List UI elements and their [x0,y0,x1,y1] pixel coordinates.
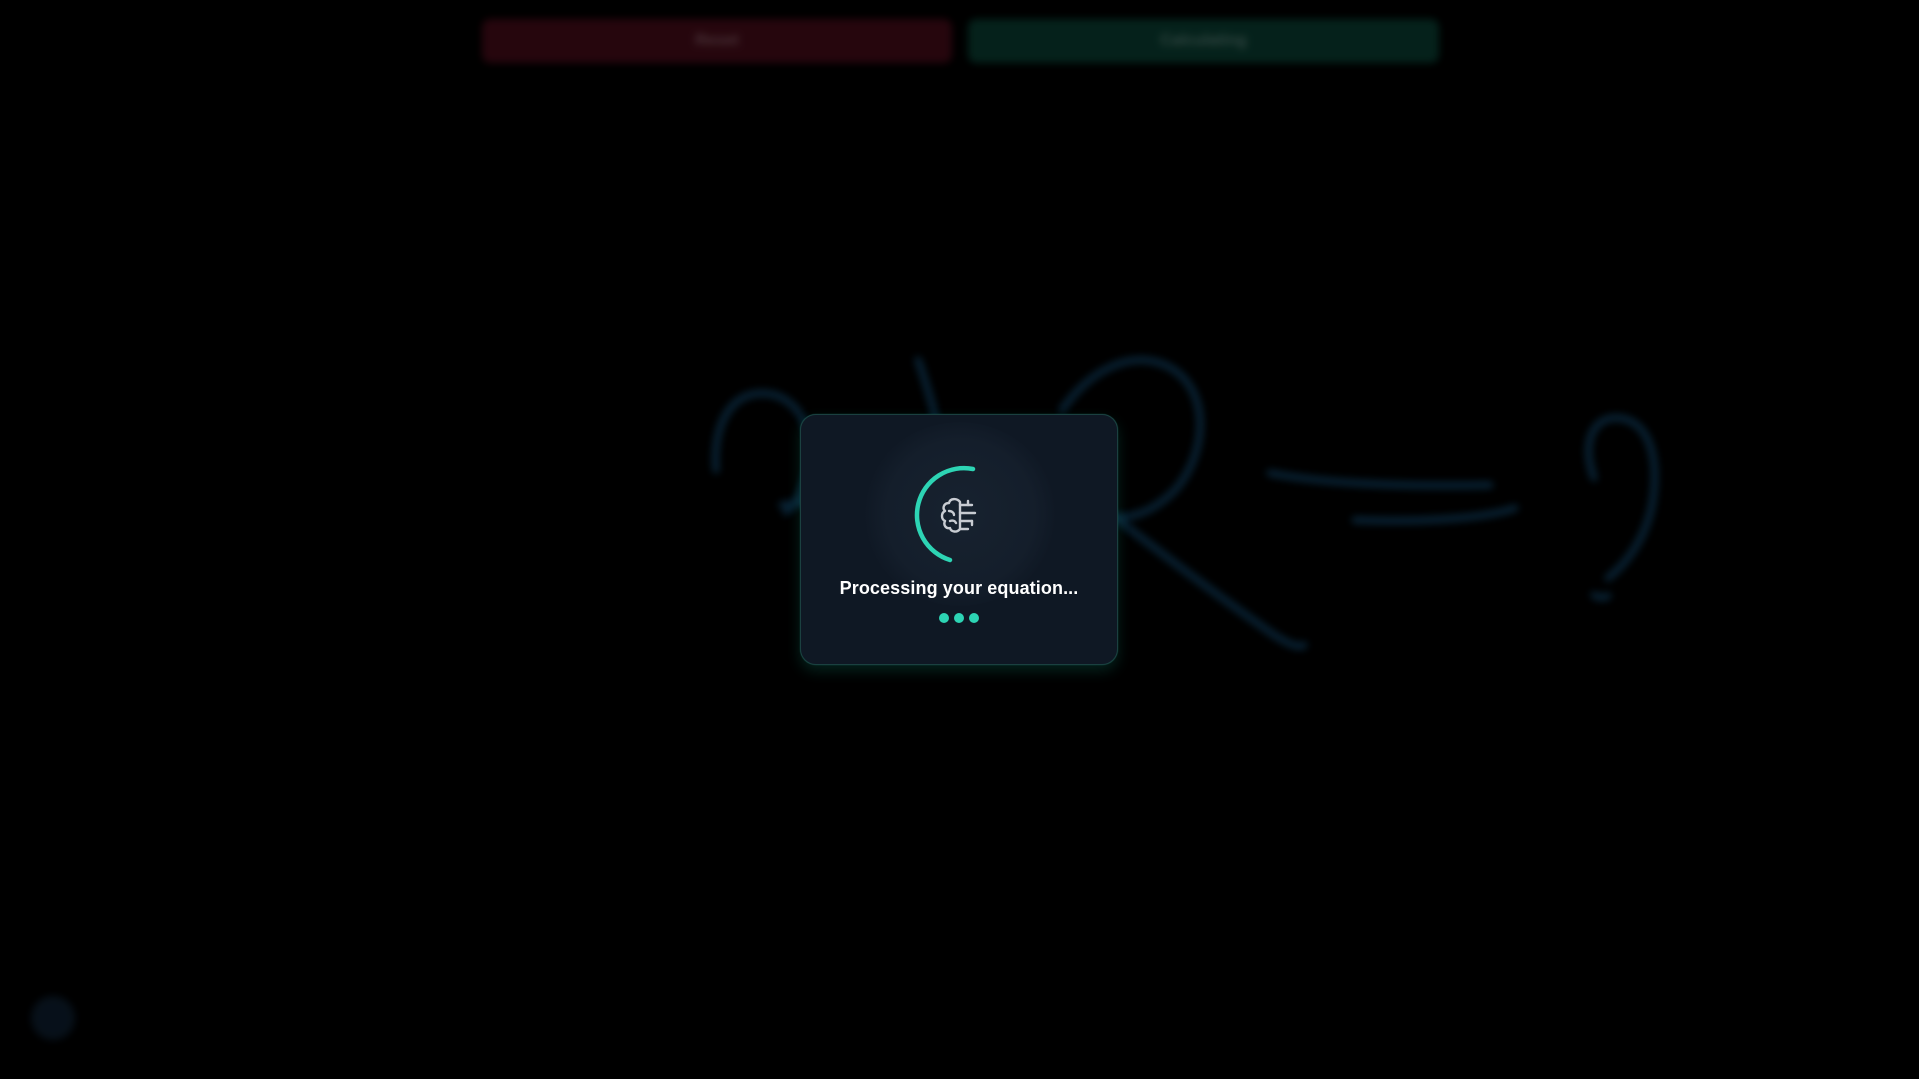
loading-dot [939,613,949,623]
processing-modal: Processing your equation... [800,414,1118,665]
processing-message: Processing your equation... [839,578,1079,598]
app-stage: Reset Calculating Processing your equati… [0,0,1919,1079]
loading-dot [954,613,964,623]
brain-icon [935,490,985,540]
loading-dot [969,613,979,623]
loading-dots [801,613,1117,623]
